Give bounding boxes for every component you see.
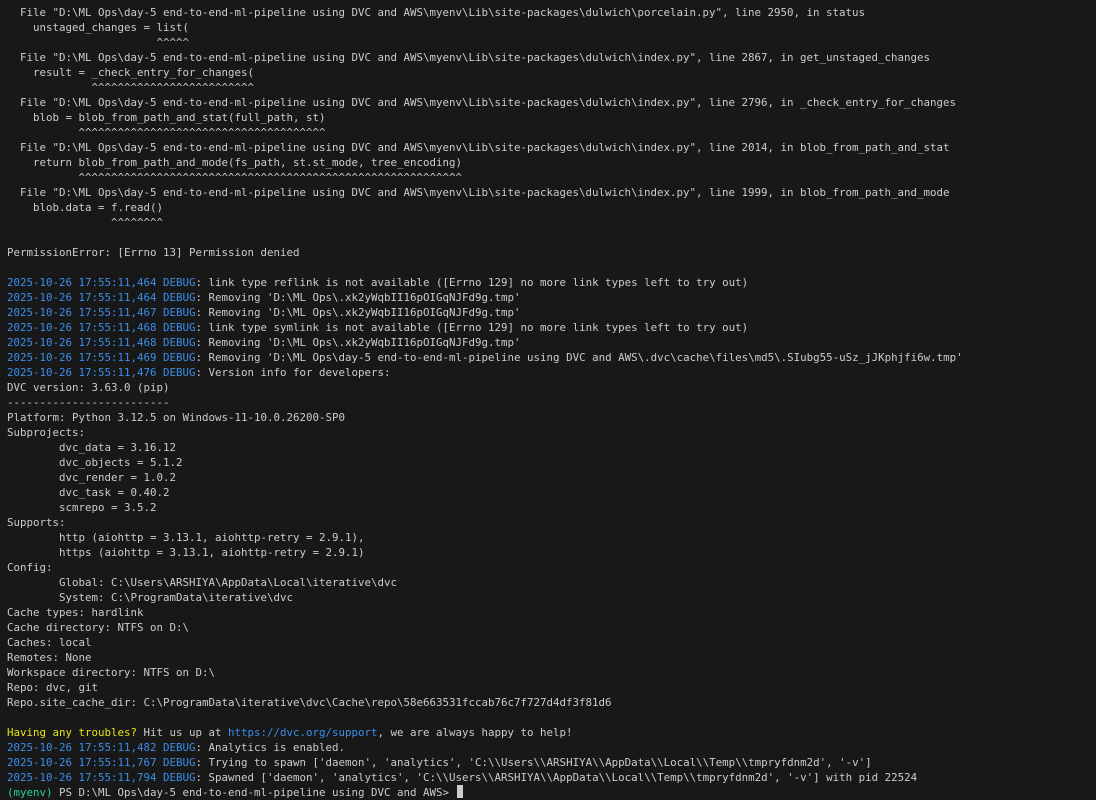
traceback-line: ^^^^^ bbox=[7, 36, 190, 49]
log-message: : Version info for developers: bbox=[195, 366, 391, 379]
version-info-line: dvc_objects = 5.1.2 bbox=[7, 456, 183, 469]
traceback-line: File "D:\ML Ops\day-5 end-to-end-ml-pipe… bbox=[7, 186, 950, 199]
log-timestamp: 2025-10-26 17:55:11,464 bbox=[7, 291, 157, 304]
version-info-line: http (aiohttp = 3.13.1, aiohttp-retry = … bbox=[7, 531, 365, 544]
version-info-line: System: C:\ProgramData\iterative\dvc bbox=[7, 591, 294, 604]
version-info-line: Remotes: None bbox=[7, 651, 92, 664]
terminal-output[interactable]: File "D:\ML Ops\day-5 end-to-end-ml-pipe… bbox=[0, 0, 1096, 799]
log-level: DEBUG bbox=[163, 351, 196, 364]
debug-log-line: 2025-10-26 17:55:11,464 DEBUG: Removing … bbox=[7, 290, 1096, 305]
log-message: : Removing 'D:\ML Ops\.xk2yWqbII16pOIGqN… bbox=[195, 291, 521, 304]
version-info-line: Workspace directory: NTFS on D:\ bbox=[7, 666, 216, 679]
log-message: : Removing 'D:\ML Ops\day-5 end-to-end-m… bbox=[195, 351, 963, 364]
log-timestamp: 2025-10-26 17:55:11,767 bbox=[7, 756, 157, 769]
prompt-path: PS D:\ML Ops\day-5 end-to-end-ml-pipelin… bbox=[52, 786, 456, 799]
help-highlight: Having any troubles? bbox=[7, 726, 138, 739]
log-message: : Removing 'D:\ML Ops\.xk2yWqbII16pOIGqN… bbox=[195, 306, 521, 319]
log-timestamp: 2025-10-26 17:55:11,476 bbox=[7, 366, 157, 379]
help-text: Hit us up at bbox=[137, 726, 229, 739]
log-timestamp: 2025-10-26 17:55:11,468 bbox=[7, 321, 157, 334]
log-message: : link type symlink is not available ([E… bbox=[195, 321, 749, 334]
traceback-block: File "D:\ML Ops\day-5 end-to-end-ml-pipe… bbox=[7, 5, 1096, 230]
log-level: DEBUG bbox=[163, 276, 196, 289]
version-info-line: Cache directory: NTFS on D:\ bbox=[7, 621, 190, 634]
log-timestamp: 2025-10-26 17:55:11,482 bbox=[7, 741, 157, 754]
log-level: DEBUG bbox=[163, 321, 196, 334]
support-link[interactable]: https://dvc.org/support bbox=[228, 726, 378, 739]
debug-log-block: 2025-10-26 17:55:11,464 DEBUG: link type… bbox=[7, 275, 1096, 380]
version-info-line: Cache types: hardlink bbox=[7, 606, 144, 619]
debug-log-line: 2025-10-26 17:55:11,482 DEBUG: Analytics… bbox=[7, 740, 1096, 755]
log-level: DEBUG bbox=[163, 366, 196, 379]
version-info-line: Repo: dvc, git bbox=[7, 681, 99, 694]
log-message: : link type reflink is not available ([E… bbox=[195, 276, 749, 289]
log-level: DEBUG bbox=[163, 306, 196, 319]
log-level: DEBUG bbox=[163, 771, 196, 784]
version-info-line: ------------------------- bbox=[7, 396, 170, 409]
debug-log-line: 2025-10-26 17:55:11,794 DEBUG: Spawned [… bbox=[7, 770, 1096, 785]
text-cursor[interactable] bbox=[456, 785, 463, 798]
traceback-line: File "D:\ML Ops\day-5 end-to-end-ml-pipe… bbox=[7, 96, 957, 109]
log-timestamp: 2025-10-26 17:55:11,467 bbox=[7, 306, 157, 319]
traceback-line: ^^^^^^^^^^^^^^^^^^^^^^^^^ bbox=[7, 81, 255, 94]
version-info-line: DVC version: 3.63.0 (pip) bbox=[7, 381, 170, 394]
version-info-line: dvc_task = 0.40.2 bbox=[7, 486, 170, 499]
version-info-line: Subprojects: bbox=[7, 426, 86, 439]
version-info-line: Global: C:\Users\ARSHIYA\AppData\Local\i… bbox=[7, 576, 398, 589]
debug-log-line: 2025-10-26 17:55:11,464 DEBUG: link type… bbox=[7, 275, 1096, 290]
debug-log-line: 2025-10-26 17:55:11,467 DEBUG: Removing … bbox=[7, 305, 1096, 320]
version-info-line: scmrepo = 3.5.2 bbox=[7, 501, 157, 514]
help-text: , we are always happy to help! bbox=[377, 726, 573, 739]
traceback-line: blob = blob_from_path_and_stat(full_path… bbox=[7, 111, 326, 124]
error-message: PermissionError: [Errno 13] Permission d… bbox=[7, 246, 300, 259]
version-info-line: Repo.site_cache_dir: C:\ProgramData\iter… bbox=[7, 696, 612, 709]
virtualenv-indicator: (myenv) bbox=[7, 786, 53, 799]
debug-log-block: 2025-10-26 17:55:11,482 DEBUG: Analytics… bbox=[7, 740, 1096, 785]
debug-log-line: 2025-10-26 17:55:11,469 DEBUG: Removing … bbox=[7, 350, 1096, 365]
traceback-line: File "D:\ML Ops\day-5 end-to-end-ml-pipe… bbox=[7, 51, 931, 64]
log-timestamp: 2025-10-26 17:55:11,794 bbox=[7, 771, 157, 784]
help-message: Having any troubles? Hit us up at https:… bbox=[7, 725, 1096, 740]
traceback-line: ^^^^^^^^ bbox=[7, 216, 164, 229]
debug-log-line: 2025-10-26 17:55:11,767 DEBUG: Trying to… bbox=[7, 755, 1096, 770]
log-timestamp: 2025-10-26 17:55:11,468 bbox=[7, 336, 157, 349]
traceback-line: ^^^^^^^^^^^^^^^^^^^^^^^^^^^^^^^^^^^^^^ bbox=[7, 126, 326, 139]
traceback-line: unstaged_changes = list( bbox=[7, 21, 190, 34]
version-info-line: dvc_data = 3.16.12 bbox=[7, 441, 177, 454]
version-info-line: Supports: bbox=[7, 516, 66, 529]
shell-prompt[interactable]: (myenv) PS D:\ML Ops\day-5 end-to-end-ml… bbox=[7, 785, 1096, 800]
log-timestamp: 2025-10-26 17:55:11,469 bbox=[7, 351, 157, 364]
traceback-line: return blob_from_path_and_mode(fs_path, … bbox=[7, 156, 463, 169]
version-info-line: https (aiohttp = 3.13.1, aiohttp-retry =… bbox=[7, 546, 365, 559]
debug-log-line: 2025-10-26 17:55:11,468 DEBUG: link type… bbox=[7, 320, 1096, 335]
log-level: DEBUG bbox=[163, 291, 196, 304]
log-message: : Trying to spawn ['daemon', 'analytics'… bbox=[195, 756, 872, 769]
log-level: DEBUG bbox=[163, 741, 196, 754]
version-info-line: Platform: Python 3.12.5 on Windows-11-10… bbox=[7, 411, 346, 424]
debug-log-line: 2025-10-26 17:55:11,468 DEBUG: Removing … bbox=[7, 335, 1096, 350]
traceback-line: File "D:\ML Ops\day-5 end-to-end-ml-pipe… bbox=[7, 6, 866, 19]
version-info-line: Config: bbox=[7, 561, 53, 574]
traceback-line: File "D:\ML Ops\day-5 end-to-end-ml-pipe… bbox=[7, 141, 950, 154]
log-level: DEBUG bbox=[163, 756, 196, 769]
traceback-line: result = _check_entry_for_changes( bbox=[7, 66, 255, 79]
log-message: : Analytics is enabled. bbox=[195, 741, 346, 754]
traceback-line: ^^^^^^^^^^^^^^^^^^^^^^^^^^^^^^^^^^^^^^^^… bbox=[7, 171, 463, 184]
version-info-line: dvc_render = 1.0.2 bbox=[7, 471, 177, 484]
version-info-line: Caches: local bbox=[7, 636, 92, 649]
log-message: : Removing 'D:\ML Ops\.xk2yWqbII16pOIGqN… bbox=[195, 336, 521, 349]
traceback-line: blob.data = f.read() bbox=[7, 201, 164, 214]
log-timestamp: 2025-10-26 17:55:11,464 bbox=[7, 276, 157, 289]
version-info-block: DVC version: 3.63.0 (pip) --------------… bbox=[7, 380, 1096, 710]
debug-log-line: 2025-10-26 17:55:11,476 DEBUG: Version i… bbox=[7, 365, 1096, 380]
log-level: DEBUG bbox=[163, 336, 196, 349]
log-message: : Spawned ['daemon', 'analytics', 'C:\\U… bbox=[195, 771, 918, 784]
